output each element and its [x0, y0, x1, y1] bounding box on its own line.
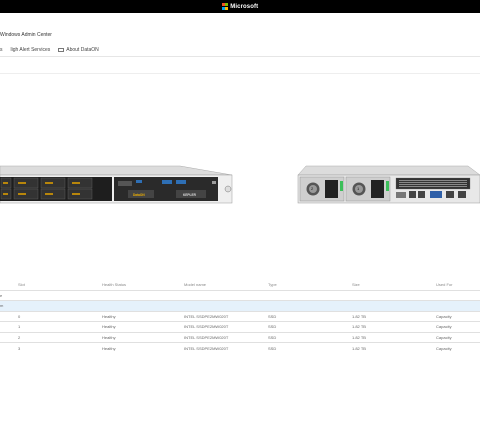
tab-high-alert-services[interactable]: ligh Alert Services: [11, 47, 51, 53]
cell-slot: 3: [18, 342, 102, 353]
cell-health: Healthy: [102, 342, 184, 353]
windows-logo-icon: [221, 3, 229, 10]
cell-type: SSD: [268, 310, 352, 322]
front-badge-dataon: DataON: [133, 193, 145, 197]
column-header-size[interactable]: Size: [352, 280, 436, 290]
tab-about-label: About DataON: [66, 47, 99, 53]
cell-health: Healthy: [102, 321, 184, 332]
column-header[interactable]: [0, 280, 18, 290]
cell-health: Healthy: [102, 310, 184, 322]
tab-bar: s ligh Alert Services About DataON: [0, 47, 99, 53]
server-rear-view: 2 1: [296, 164, 480, 209]
psu-label-left: 2: [311, 186, 314, 191]
info-window-icon: [58, 47, 65, 52]
front-badge-kepler: KEPLER: [183, 193, 196, 197]
tab-partial[interactable]: s: [0, 47, 3, 53]
cell-model: INTEL SSDPE2MW020T: [184, 321, 268, 332]
column-header-used-for[interactable]: Used For: [436, 280, 480, 290]
group-label: m: [0, 300, 18, 311]
cell-slot: 2: [18, 331, 102, 343]
cell-model: INTEL SSDPE2MW020T: [184, 342, 268, 353]
cell-type: SSD: [268, 331, 352, 343]
page-title: Windows Admin Center: [0, 32, 52, 38]
column-header-slot[interactable]: Slot: [18, 280, 102, 290]
cell-size: 1.82 TB: [352, 321, 436, 332]
top-bar: Microsoft: [0, 0, 480, 13]
brand-name: Microsoft: [230, 3, 259, 10]
table-header-row: Slot Health Status Model name Type Size …: [0, 280, 480, 290]
disk-table: Slot Health Status Model name Type Size …: [0, 280, 480, 353]
cell-model: INTEL SSDPE2MW020T: [184, 310, 268, 322]
cell-size: 1.82 TB: [352, 342, 436, 353]
cell-slot: 1: [18, 321, 102, 332]
cell-used-for: Capacity: [436, 310, 480, 322]
cell-model: INTEL SSDPE2MW020T: [184, 331, 268, 343]
cell-used-for: Capacity: [436, 331, 480, 343]
cell-size: 1.82 TB: [352, 331, 436, 343]
tab-about-dataon[interactable]: About DataON: [58, 47, 99, 53]
table-row[interactable]: 1 Healthy INTEL SSDPE2MW020T SSD 1.82 TB…: [0, 321, 480, 332]
group-row[interactable]: e: [0, 289, 480, 301]
table-row[interactable]: 0 Healthy INTEL SSDPE2MW020T SSD 1.82 TB…: [0, 310, 480, 322]
server-front-view: DataON KEPLER: [0, 164, 240, 209]
column-header-type[interactable]: Type: [268, 280, 352, 290]
group-label: e: [0, 289, 18, 301]
microsoft-logo: Microsoft: [221, 3, 259, 10]
cell-used-for: Capacity: [436, 342, 480, 353]
cell-type: SSD: [268, 321, 352, 332]
cell-size: 1.82 TB: [352, 310, 436, 322]
cell-slot: 0: [18, 310, 102, 322]
psu-label-right: 1: [357, 186, 360, 191]
column-header-model[interactable]: Model name: [184, 280, 268, 290]
column-header-health[interactable]: Health Status: [102, 280, 184, 290]
table-row[interactable]: 3 Healthy INTEL SSDPE2MW020T SSD 1.82 TB…: [0, 342, 480, 353]
cell-health: Healthy: [102, 331, 184, 343]
tab-divider: [0, 56, 480, 57]
cell-type: SSD: [268, 342, 352, 353]
group-row-selected[interactable]: m: [0, 300, 480, 311]
table-row[interactable]: 2 Healthy INTEL SSDPE2MW020T SSD 1.82 TB…: [0, 331, 480, 343]
cell-used-for: Capacity: [436, 321, 480, 332]
toolbar-divider: [0, 73, 480, 74]
